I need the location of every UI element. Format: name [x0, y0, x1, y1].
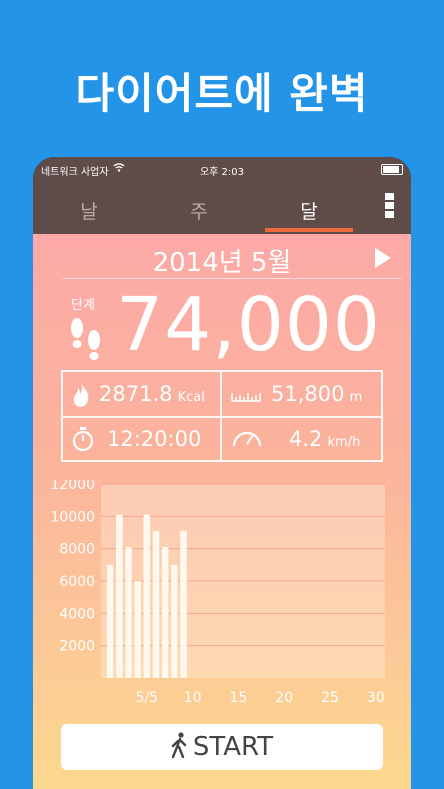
bar — [152, 530, 160, 678]
distance-unit: m — [349, 390, 363, 405]
phone-screen: 네트워크 사업자 오후 2:03 날 주 달 2014년 5월 단계 74,00… — [33, 157, 411, 789]
steps-chart: 2000 4000 6000 8000 10000 12000 5/5 10 15 20 25 30 — [33, 480, 411, 720]
calories-value: 2871.8 — [99, 382, 173, 406]
stopwatch-icon — [72, 427, 94, 452]
y-tick-label: 4000 — [59, 606, 95, 622]
x-tick-label: 15 — [230, 690, 248, 706]
bar — [180, 530, 187, 678]
bar — [106, 564, 114, 678]
start-button[interactable]: START — [61, 724, 383, 770]
x-tick-label: 30 — [367, 690, 385, 706]
speed-value: 4.2 — [289, 427, 323, 451]
x-tick-label: 5/5 — [136, 690, 159, 706]
speed-unit: km/h — [327, 435, 361, 450]
top-bar: 네트워크 사업자 오후 2:03 날 주 달 — [33, 157, 411, 234]
steps-label: 단계 — [71, 298, 95, 313]
tab-day[interactable]: 날 — [41, 197, 137, 224]
steps-value: 74,000 — [116, 282, 381, 368]
battery-icon — [381, 164, 403, 175]
duration-stat: 12:20:00 — [107, 427, 201, 451]
speed-stat: 4.2 km/h — [289, 427, 360, 451]
stats-grid: 2871.8 Kcal 51,800 m 12:20:00 4.2 km/h — [61, 370, 383, 462]
distance-value: 51,800 — [271, 382, 345, 406]
speedometer-icon — [232, 431, 262, 447]
footprints-icon — [71, 318, 100, 360]
distance-stat: 51,800 m — [271, 382, 362, 406]
x-tick-label: 25 — [321, 690, 339, 706]
divider — [63, 416, 381, 418]
y-tick-label: 10000 — [50, 509, 95, 525]
flame-icon — [73, 383, 89, 407]
bar — [134, 581, 141, 678]
ruler-icon — [231, 393, 261, 402]
bar — [143, 514, 151, 678]
period-tabs: 날 주 달 — [33, 193, 411, 234]
tab-month[interactable]: 달 — [261, 197, 357, 224]
status-bar: 네트워크 사업자 오후 2:03 — [33, 157, 411, 179]
x-tick-label: 10 — [184, 690, 202, 706]
calories-stat: 2871.8 Kcal — [99, 382, 205, 406]
walking-person-icon — [171, 732, 187, 759]
bar — [116, 514, 123, 678]
bar — [125, 547, 132, 678]
status-time: 오후 2:03 — [199, 167, 245, 178]
divider — [63, 278, 401, 279]
promo-headline: 다이어트에 완벽 — [75, 69, 369, 118]
y-tick-label: 2000 — [59, 639, 95, 655]
tab-week[interactable]: 주 — [151, 197, 247, 224]
period-title: 2014년 5월 — [152, 248, 292, 278]
calories-unit: Kcal — [177, 390, 205, 405]
y-tick-label: 8000 — [59, 542, 95, 558]
y-tick-label: 6000 — [59, 574, 95, 590]
more-menu-icon[interactable] — [385, 193, 395, 219]
bar — [161, 547, 169, 678]
duration-value: 12:20:00 — [107, 427, 202, 451]
x-tick-label: 20 — [275, 690, 293, 706]
next-period-arrow-icon[interactable] — [375, 248, 391, 268]
start-button-label: START — [192, 732, 274, 762]
bar — [170, 564, 178, 678]
active-tab-indicator — [265, 228, 353, 232]
steps-bar-chart: 2000 4000 6000 8000 10000 12000 5/5 10 15 20 25 30 — [50, 480, 385, 706]
y-tick-label: 12000 — [50, 480, 95, 493]
month-summary: 2014년 5월 단계 74,000 2871.8 Kcal 51,800 m … — [33, 234, 411, 789]
